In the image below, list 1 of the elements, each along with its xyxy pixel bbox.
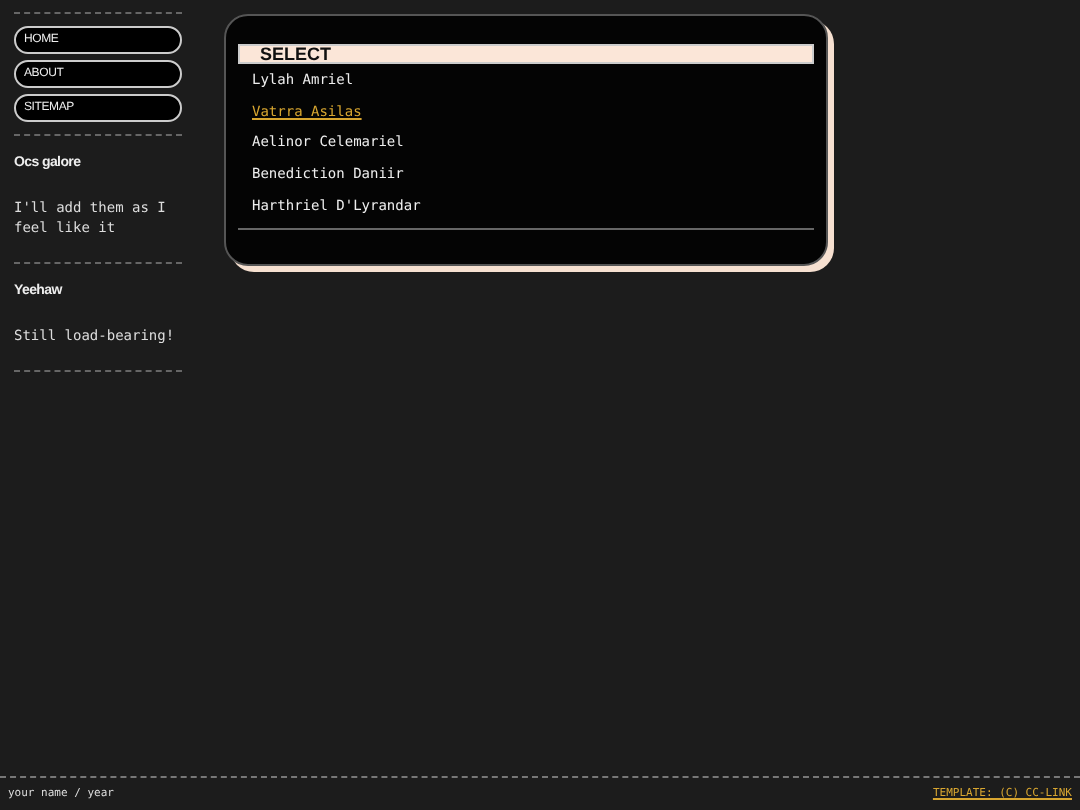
panel-title: SELECT: [238, 44, 814, 64]
